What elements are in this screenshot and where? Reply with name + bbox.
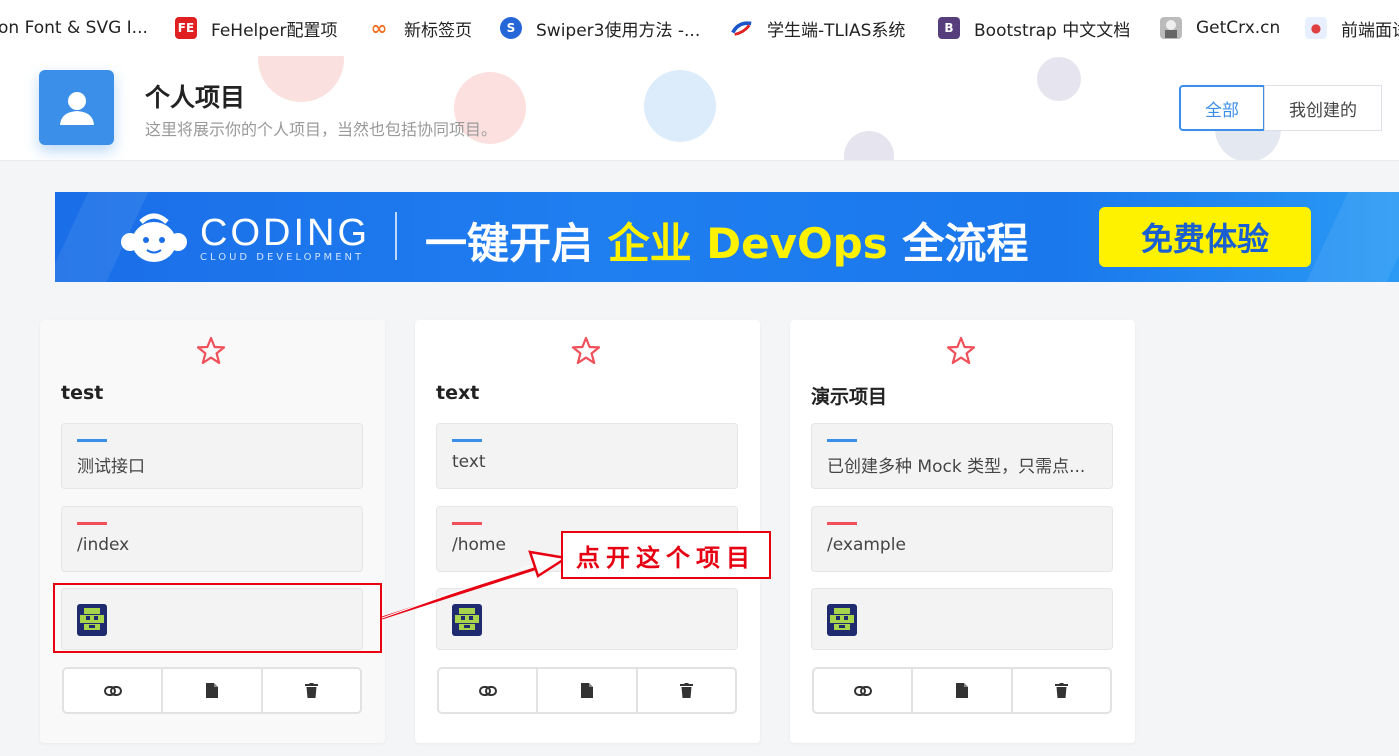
annotation-arrow	[381, 550, 570, 620]
annotation-callout: 点开这个项目	[561, 531, 771, 579]
